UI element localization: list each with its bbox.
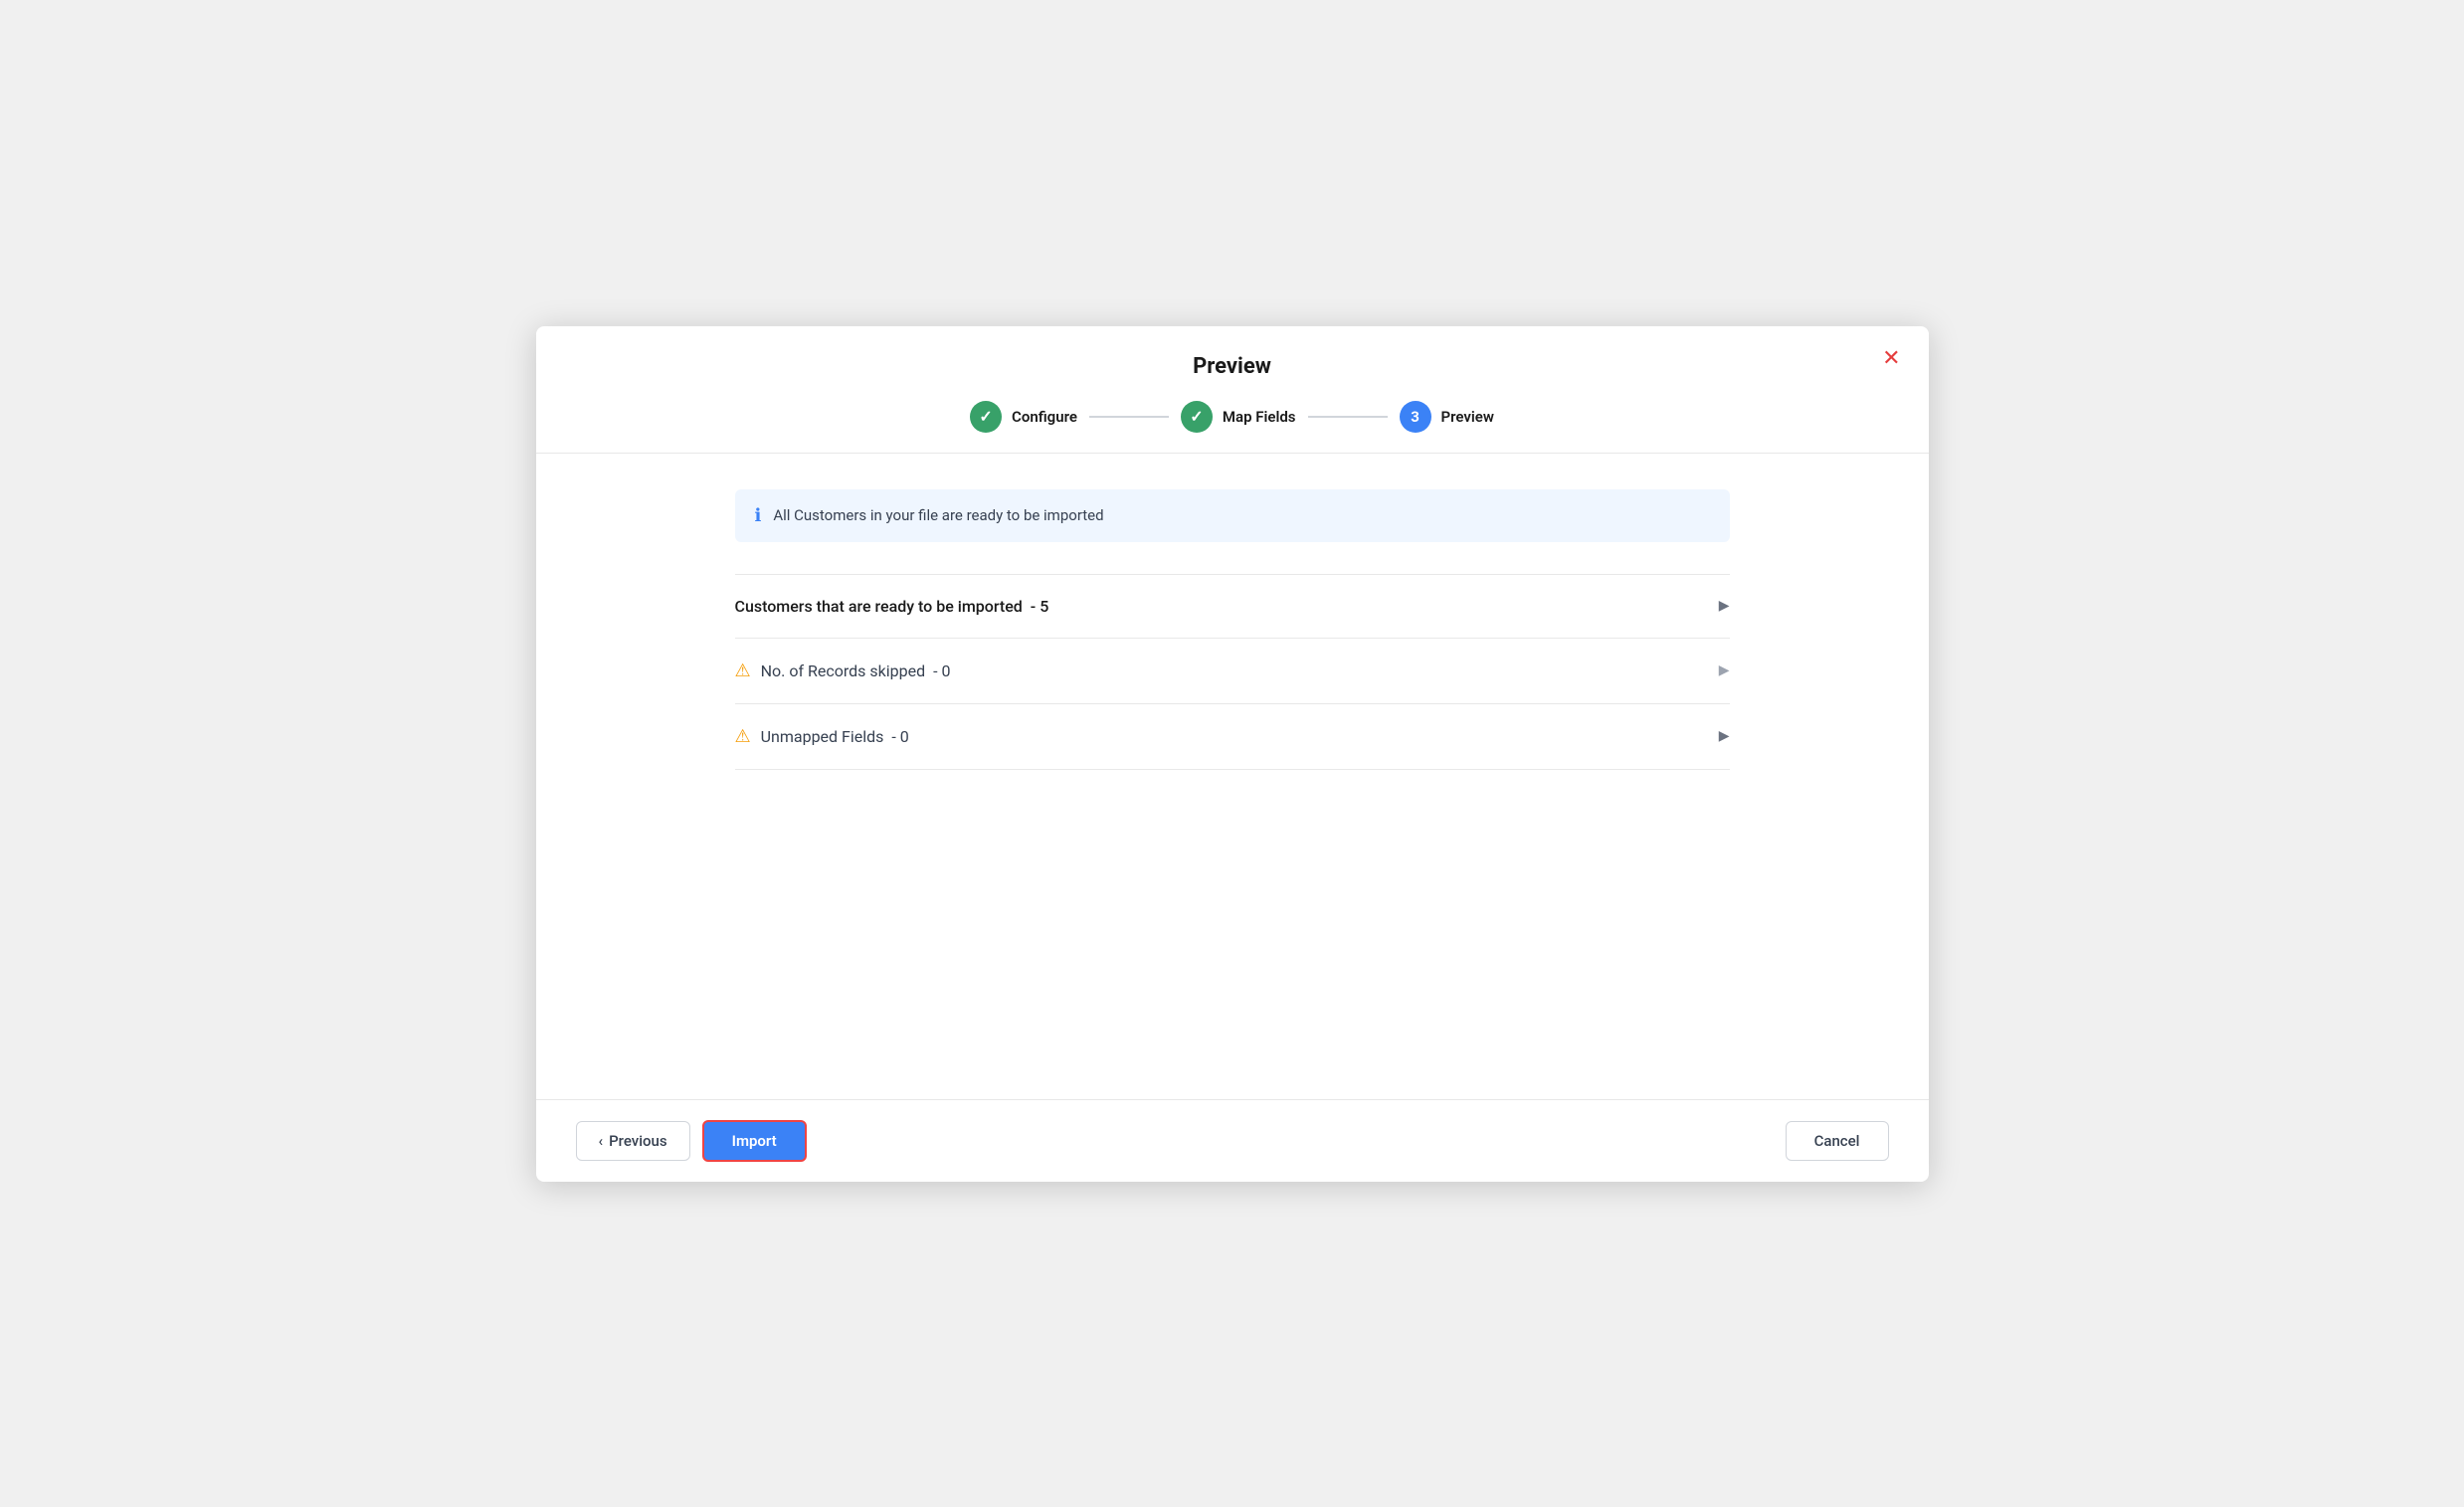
customers-ready-arrow: ▶ [1719,598,1730,614]
step-configure: ✓ Configure [970,401,1077,433]
stepper: ✓ Configure ✓ Map Fields 3 Preview [970,401,1494,433]
previous-label: Previous [609,1132,667,1150]
step-map-fields-circle: ✓ [1181,401,1213,433]
step-map-fields: ✓ Map Fields [1181,401,1296,433]
section-item-customers-ready[interactable]: Customers that are ready to be imported … [735,574,1730,639]
modal-header: Preview ✓ Configure ✓ Map Fields [536,326,1929,454]
connector-1 [1089,416,1169,418]
section-item-unmapped-fields[interactable]: ⚠ Unmapped Fields - 0 ▶ [735,704,1730,770]
step-preview-label: Preview [1441,408,1494,426]
records-skipped-label: No. of Records skipped - 0 [761,661,951,680]
chevron-left-icon: ‹ [599,1132,604,1150]
modal-title: Preview [1193,354,1271,379]
modal-footer: ‹ Previous Import Cancel [536,1099,1929,1182]
section-list: Customers that are ready to be imported … [735,574,1730,770]
info-icon: ℹ [755,505,762,526]
modal-body: ℹ All Customers in your file are ready t… [536,454,1929,1099]
info-banner: ℹ All Customers in your file are ready t… [735,489,1730,542]
import-label: Import [732,1132,777,1150]
cancel-label: Cancel [1814,1132,1860,1150]
unmapped-fields-label: Unmapped Fields - 0 [761,727,909,746]
import-button[interactable]: Import [702,1120,807,1162]
step-configure-label: Configure [1012,408,1077,426]
step-configure-circle: ✓ [970,401,1002,433]
step-preview: 3 Preview [1400,401,1494,433]
section-item-records-skipped[interactable]: ⚠ No. of Records skipped - 0 ▶ [735,639,1730,704]
connector-2 [1308,416,1388,418]
step-preview-circle: 3 [1400,401,1431,433]
records-skipped-arrow: ▶ [1719,662,1730,678]
customers-ready-label: Customers that are ready to be imported … [735,597,1049,616]
previous-button[interactable]: ‹ Previous [576,1121,690,1161]
modal: ✕ Preview ✓ Configure ✓ Map Fields [536,326,1929,1182]
footer-left: ‹ Previous Import [576,1120,807,1162]
warn-icon-unmapped: ⚠ [735,726,751,747]
info-banner-text: All Customers in your file are ready to … [773,506,1103,524]
close-button[interactable]: ✕ [1878,344,1904,374]
warn-icon-skipped: ⚠ [735,660,751,681]
step-map-fields-label: Map Fields [1223,408,1296,426]
cancel-button[interactable]: Cancel [1786,1121,1889,1161]
unmapped-fields-arrow: ▶ [1719,728,1730,744]
